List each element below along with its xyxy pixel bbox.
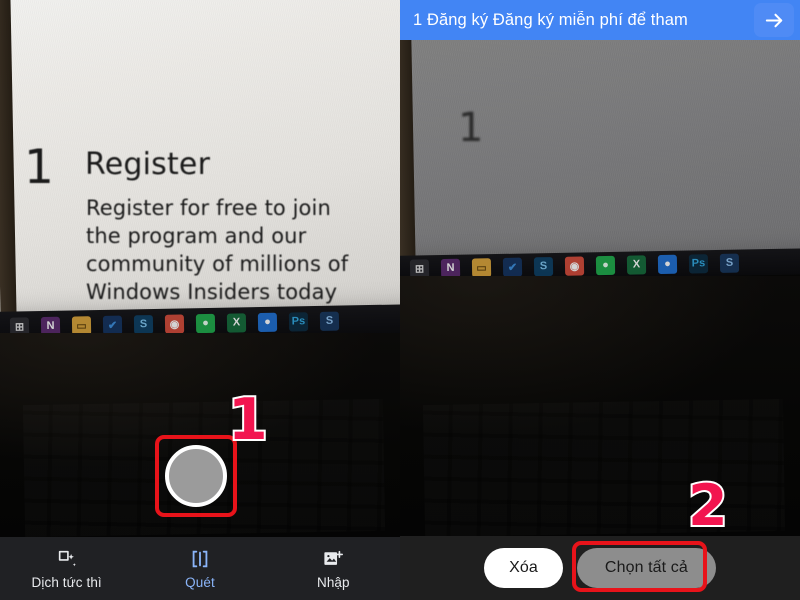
zalo-icon: ● <box>257 312 278 332</box>
step-marker-2: 2 <box>686 473 730 539</box>
nav-item-import[interactable]: Nhập <box>267 548 400 590</box>
whatsapp-icon: ● <box>195 313 216 333</box>
left-panel-camera-view: 1 Register Register for free to join the… <box>0 0 400 600</box>
photoshop-icon: Ps <box>688 253 709 274</box>
nav-item-instant-translate[interactable]: Dịch tức thì <box>0 548 133 590</box>
chrome-icon: ◉ <box>164 313 185 334</box>
chrome-icon: ◉ <box>564 255 585 276</box>
scan-brackets-icon <box>189 548 211 570</box>
skype-icon: S <box>133 314 154 334</box>
zalo-icon: ● <box>657 254 678 274</box>
excel-icon: X <box>226 312 247 333</box>
screen-step-number-right: 1 <box>458 105 483 151</box>
right-panel-scan-result: 1 Register Register for free to join the… <box>400 0 800 600</box>
nav-label-import: Nhập <box>316 574 350 590</box>
s-app-icon: S <box>719 253 740 273</box>
onenote-icon: N <box>440 258 461 278</box>
bottom-nav-bar: Dịch tức thì Quét Nhập <box>0 537 400 600</box>
screen-body-text: Register for free to join the program an… <box>86 196 349 304</box>
photographed-keyboard-right <box>422 398 786 538</box>
s-app-icon: S <box>319 311 340 331</box>
tutorial-screenshot: 1 Register Register for free to join the… <box>0 0 800 600</box>
screen-step-number: 1 <box>24 140 54 195</box>
delete-button[interactable]: Xóa <box>484 548 563 588</box>
import-image-icon <box>322 548 344 570</box>
scan-result-text: 1 Đăng ký Đăng ký miễn phí để tham <box>413 10 688 29</box>
instant-translate-icon <box>56 548 78 570</box>
step-marker-1: 1 <box>226 387 270 453</box>
file-explorer-icon: ▭ <box>471 257 492 277</box>
right-camera-photo: 1 Register Register for free to join the… <box>400 0 800 600</box>
check-icon: ✔ <box>502 257 523 277</box>
nav-item-scan[interactable]: Quét <box>133 548 266 590</box>
shutter-inner-circle <box>165 445 227 507</box>
screen-heading: Register <box>85 147 211 182</box>
shutter-button[interactable] <box>160 440 232 512</box>
scan-action-bar: Xóa Chọn tất cả <box>400 536 800 600</box>
photoshop-icon: Ps <box>288 311 309 332</box>
skype-icon: S <box>533 256 554 276</box>
check-icon: ✔ <box>102 315 123 335</box>
whatsapp-icon: ● <box>595 255 616 275</box>
scan-result-topbar: 1 Đăng ký Đăng ký miễn phí để tham <box>400 0 800 40</box>
forward-arrow-button[interactable] <box>754 3 794 37</box>
select-all-button[interactable]: Chọn tất cả <box>576 548 716 588</box>
excel-icon: X <box>626 254 647 275</box>
nav-label-instant-translate: Dịch tức thì <box>31 574 102 590</box>
nav-label-scan: Quét <box>185 574 215 590</box>
